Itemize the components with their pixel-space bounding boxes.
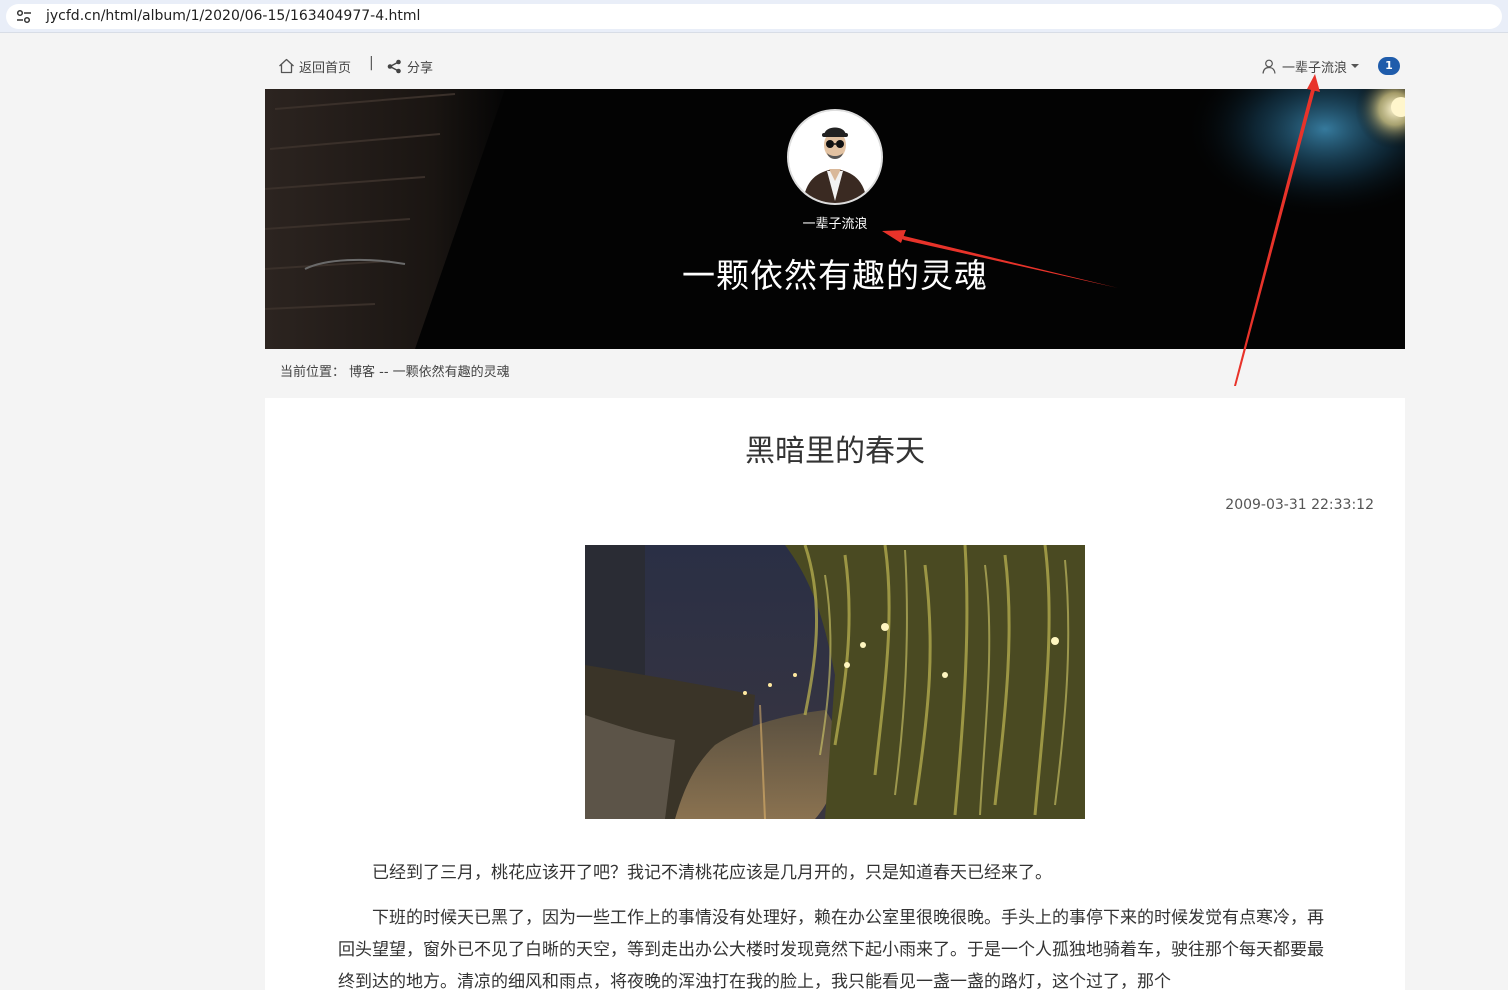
article-paragraph: 下班的时候天已黑了，因为一些工作上的事情没有处理好，赖在办公室里很晚很晚。手头上… bbox=[338, 908, 1324, 990]
home-link[interactable]: 返回首页 bbox=[278, 56, 351, 76]
article-photo bbox=[585, 545, 1085, 819]
article-paragraph: 已经到了三月，桃花应该开了吧？我记不清桃花应该是几月开的，只是知道春天已经来了。 bbox=[372, 863, 1052, 883]
nav-separator: | bbox=[369, 55, 374, 71]
url-text[interactable]: jycfd.cn/html/album/1/2020/06-15/1634049… bbox=[46, 8, 420, 24]
breadcrumb-path[interactable]: 博客 -- 一颗依然有趣的灵魂 bbox=[349, 361, 510, 380]
share-label: 分享 bbox=[407, 60, 434, 76]
user-name: 一辈子流浪 bbox=[1282, 60, 1348, 76]
user-icon bbox=[1262, 59, 1276, 74]
user-menu[interactable]: 一辈子流浪 bbox=[1262, 56, 1360, 76]
author-avatar[interactable] bbox=[787, 109, 883, 205]
profile-banner: 一辈子流浪 一颗依然有趣的灵魂 bbox=[265, 89, 1405, 349]
home-label: 返回首页 bbox=[299, 60, 352, 76]
blog-title: 一颗依然有趣的灵魂 bbox=[682, 256, 988, 295]
url-field[interactable]: jycfd.cn/html/album/1/2020/06-15/1634049… bbox=[6, 4, 1502, 29]
browser-address-bar: jycfd.cn/html/album/1/2020/06-15/1634049… bbox=[0, 0, 1508, 33]
avatar-illustration bbox=[789, 111, 881, 203]
share-link[interactable]: 分享 bbox=[387, 56, 433, 76]
share-icon bbox=[387, 59, 401, 73]
article-title: 黑暗里的春天 bbox=[745, 434, 925, 469]
notification-badge[interactable]: 1 bbox=[1378, 57, 1400, 75]
breadcrumb-prefix: 当前位置： bbox=[280, 365, 346, 380]
top-nav: 返回首页 | 分享 一辈子流浪 1 bbox=[265, 40, 1405, 89]
article: 黑暗里的春天 2009-03-31 22:33:12 已经到了三月，桃花应该开了… bbox=[265, 398, 1405, 990]
tune-icon[interactable] bbox=[15, 9, 33, 24]
home-icon bbox=[279, 58, 294, 74]
breadcrumb: 当前位置： 博客 -- 一颗依然有趣的灵魂 bbox=[265, 349, 1405, 398]
night-river-photo bbox=[585, 545, 1085, 819]
banner-author-name[interactable]: 一辈子流浪 bbox=[265, 213, 1405, 232]
article-date: 2009-03-31 22:33:12 bbox=[1225, 497, 1374, 513]
chevron-down-icon bbox=[1351, 64, 1360, 68]
